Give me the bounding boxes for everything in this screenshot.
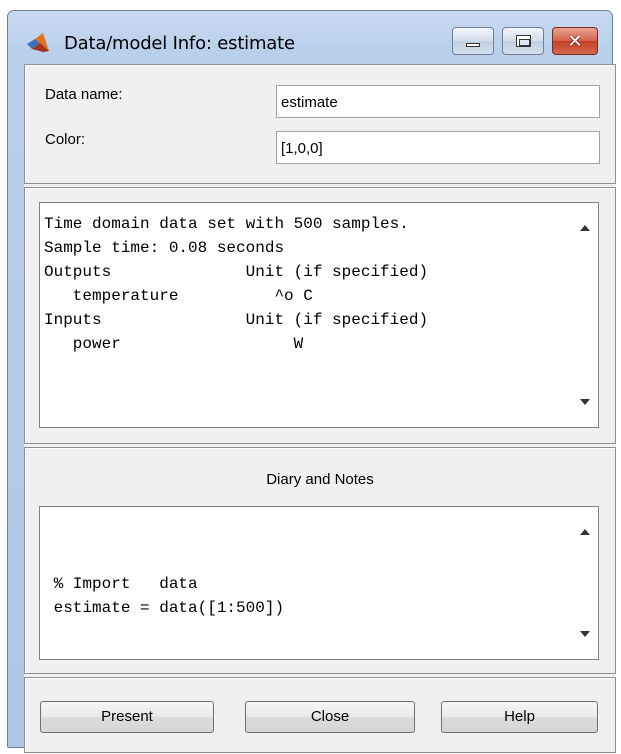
diary-scrollbar[interactable] xyxy=(570,507,598,659)
present-button[interactable]: Present xyxy=(40,701,214,733)
help-button[interactable]: Help xyxy=(441,701,598,733)
button-panel: Present Close Help xyxy=(24,677,616,753)
title-bar[interactable]: Data/model Info: estimate ✕ xyxy=(8,11,612,61)
dialog-body: Data name: estimate Color: [1,0,0] Time … xyxy=(24,64,616,754)
info-line: Inputs Unit (if specified) xyxy=(44,311,429,329)
scroll-up-icon[interactable] xyxy=(580,529,590,535)
scroll-down-icon[interactable] xyxy=(580,399,590,405)
scroll-up-icon[interactable] xyxy=(580,225,590,231)
info-text: Time domain data set with 500 samples. S… xyxy=(44,212,428,356)
close-window-button[interactable]: ✕ xyxy=(552,27,598,55)
dialog-window: Data/model Info: estimate ✕ Data name: e… xyxy=(7,10,616,754)
info-line: Outputs Unit (if specified) xyxy=(44,263,429,281)
diary-title: Diary and Notes xyxy=(266,471,374,488)
diary-textbox[interactable]: % Import data estimate = data([1:500]) xyxy=(39,506,599,660)
close-icon: ✕ xyxy=(567,30,583,52)
properties-panel: Data name: estimate Color: [1,0,0] xyxy=(24,64,616,184)
close-button[interactable]: Close xyxy=(245,701,415,733)
minimize-icon xyxy=(466,43,480,47)
window-title: Data/model Info: estimate xyxy=(64,33,295,54)
maximize-button[interactable] xyxy=(502,27,544,55)
info-line: power W xyxy=(44,335,304,353)
info-line: Sample time: 0.08 seconds xyxy=(44,239,285,257)
matlab-logo-icon xyxy=(27,33,49,52)
diary-panel: Diary and Notes % Import data estimate =… xyxy=(24,447,616,674)
info-line: temperature ^o C xyxy=(44,287,313,305)
data-name-label: Data name: xyxy=(45,86,123,103)
diary-line: estimate = data([1:500]) xyxy=(44,599,285,617)
info-line: Time domain data set with 500 samples. xyxy=(44,215,409,233)
info-panel: Time domain data set with 500 samples. S… xyxy=(24,187,616,444)
diary-line: % Import data xyxy=(44,575,198,593)
info-scrollbar[interactable] xyxy=(570,203,598,427)
info-textbox[interactable]: Time domain data set with 500 samples. S… xyxy=(39,202,599,428)
minimize-button[interactable] xyxy=(452,27,494,55)
diary-line xyxy=(44,524,284,548)
diary-line xyxy=(44,548,284,572)
diary-text: % Import data estimate = data([1:500]) xyxy=(44,524,284,620)
color-field[interactable]: [1,0,0] xyxy=(276,131,600,164)
data-name-field[interactable]: estimate xyxy=(276,85,600,118)
scroll-down-icon[interactable] xyxy=(580,631,590,637)
maximize-icon xyxy=(516,35,531,47)
color-label: Color: xyxy=(45,131,86,148)
